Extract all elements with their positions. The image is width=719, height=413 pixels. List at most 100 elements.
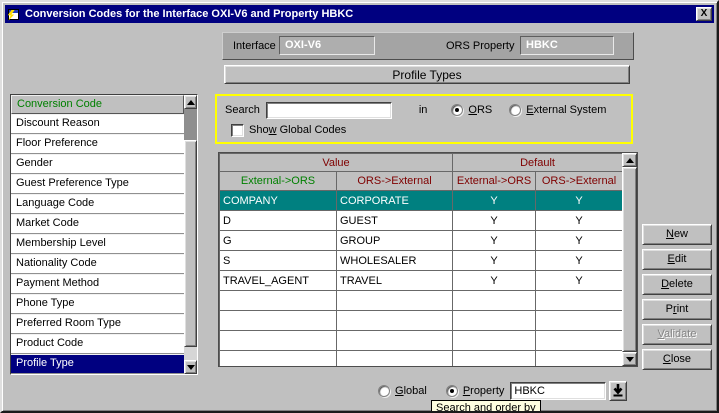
list-item[interactable]: Nationality Code — [11, 254, 184, 274]
table-cell[interactable]: Y — [453, 211, 536, 231]
edit-button[interactable]: Edit — [642, 249, 712, 270]
scroll-up-icon[interactable] — [184, 95, 197, 109]
table-cell[interactable]: Y — [453, 231, 536, 251]
table-row[interactable]: TRAVEL_AGENTTRAVELYY — [220, 271, 623, 291]
table-cell[interactable] — [337, 291, 453, 311]
table-scrollbar-thumb[interactable] — [622, 167, 637, 352]
tooltip: Search and order by — [431, 400, 541, 413]
table-cell[interactable] — [337, 351, 453, 368]
radio-property[interactable] — [446, 385, 458, 397]
table-cell[interactable]: WHOLESALER — [337, 251, 453, 271]
radio-global[interactable] — [378, 385, 390, 397]
table-cell[interactable] — [536, 331, 623, 351]
table-cell[interactable] — [220, 351, 337, 368]
table-cell[interactable] — [536, 311, 623, 331]
table-cell[interactable] — [337, 331, 453, 351]
table-scrollbar[interactable] — [622, 153, 637, 366]
table-row[interactable] — [220, 351, 623, 368]
print-button[interactable]: Print — [642, 299, 712, 320]
table-cell[interactable]: Y — [536, 211, 623, 231]
table-row[interactable] — [220, 311, 623, 331]
property-lov-button[interactable] — [609, 381, 627, 401]
table-cell[interactable] — [220, 311, 337, 331]
table-cell[interactable]: CORPORATE — [337, 191, 453, 211]
table-row[interactable]: COMPANYCORPORATEYY — [220, 191, 623, 211]
table-cell[interactable]: D — [220, 211, 337, 231]
search-input[interactable] — [266, 102, 392, 119]
table-cell[interactable] — [453, 351, 536, 368]
interface-value-field: OXI-V6 — [279, 36, 375, 55]
radio-ors[interactable] — [451, 104, 463, 116]
table-cell[interactable]: TRAVEL_AGENT — [220, 271, 337, 291]
property-code-input[interactable] — [510, 382, 606, 400]
list-item[interactable]: Phone Type — [11, 294, 184, 314]
table-column-header[interactable]: External->ORS — [453, 172, 536, 191]
dialog-window: Conversion Codes for the Interface OXI-V… — [0, 0, 719, 413]
table-scroll-up-icon[interactable] — [622, 153, 637, 167]
delete-button[interactable]: Delete — [642, 274, 712, 295]
table-cell[interactable]: TRAVEL — [337, 271, 453, 291]
table-cell[interactable] — [453, 311, 536, 331]
table-cell[interactable] — [453, 331, 536, 351]
table-row[interactable]: SWHOLESALERYY — [220, 251, 623, 271]
table-cell[interactable]: Y — [536, 271, 623, 291]
list-item[interactable]: Gender — [11, 154, 184, 174]
table-cell[interactable]: Y — [536, 231, 623, 251]
table-cell[interactable]: Y — [453, 271, 536, 291]
list-item[interactable]: Floor Preference — [11, 134, 184, 154]
table-row[interactable]: DGUESTYY — [220, 211, 623, 231]
table-cell[interactable]: COMPANY — [220, 191, 337, 211]
table-column-header[interactable]: ORS->External — [337, 172, 453, 191]
new-button[interactable]: New — [642, 224, 712, 245]
close-icon[interactable]: X — [696, 7, 712, 21]
profile-types-bar[interactable]: Profile Types — [224, 65, 630, 84]
list-item[interactable]: Product Code — [11, 334, 184, 354]
table-cell[interactable] — [536, 351, 623, 368]
list-scrollbar[interactable] — [184, 95, 197, 374]
table-cell[interactable] — [536, 291, 623, 311]
table-cell[interactable]: GUEST — [337, 211, 453, 231]
radio-global-label[interactable]: Global — [395, 385, 427, 397]
table-cell[interactable]: Y — [536, 251, 623, 271]
list-item[interactable]: Profile Type — [11, 354, 184, 374]
footer-scope-row: Global Property — [378, 381, 627, 401]
list-item[interactable]: Payment Method — [11, 274, 184, 294]
radio-external-system[interactable] — [509, 104, 521, 116]
table-cell[interactable] — [220, 291, 337, 311]
radio-property-label[interactable]: Property — [463, 385, 505, 397]
table-column-header[interactable]: ORS->External — [536, 172, 623, 191]
list-scrollbar-thumb[interactable] — [184, 140, 197, 347]
table-cell[interactable]: Y — [453, 191, 536, 211]
search-label: Search — [225, 104, 260, 116]
table-column-header[interactable]: External->ORS — [220, 172, 337, 191]
table-cell[interactable]: Y — [453, 251, 536, 271]
list-item[interactable]: Membership Level — [11, 234, 184, 254]
table-cell[interactable]: G — [220, 231, 337, 251]
show-global-codes-checkbox[interactable] — [231, 124, 244, 137]
conversion-code-list: Conversion Code Discount ReasonFloor Pre… — [10, 94, 198, 375]
table-row[interactable] — [220, 291, 623, 311]
search-in-label: in — [419, 104, 428, 116]
list-item[interactable]: Guest Preference Type — [11, 174, 184, 194]
scroll-down-icon[interactable] — [184, 360, 197, 374]
table-cell[interactable]: S — [220, 251, 337, 271]
table-cell[interactable] — [453, 291, 536, 311]
radio-external-system-label[interactable]: External System — [526, 104, 606, 116]
table-row[interactable]: GGROUPYY — [220, 231, 623, 251]
table-scroll-down-icon[interactable] — [622, 352, 637, 366]
list-item[interactable]: Language Code — [11, 194, 184, 214]
table-group-header: Value — [220, 154, 453, 172]
table-row[interactable] — [220, 331, 623, 351]
close-button[interactable]: Close — [642, 349, 712, 370]
values-grid[interactable]: ValueDefaultExternal->ORSORS->ExternalEx… — [219, 153, 623, 367]
table-cell[interactable] — [220, 331, 337, 351]
list-item[interactable]: Market Code — [11, 214, 184, 234]
conversion-code-items: Discount ReasonFloor PreferenceGenderGue… — [11, 114, 184, 374]
table-cell[interactable]: Y — [536, 191, 623, 211]
radio-ors-label[interactable]: ORS — [468, 104, 492, 116]
list-item[interactable]: Discount Reason — [11, 114, 184, 134]
show-global-codes-label[interactable]: Show Global Codes — [249, 124, 346, 136]
list-item[interactable]: Preferred Room Type — [11, 314, 184, 334]
table-cell[interactable] — [337, 311, 453, 331]
table-cell[interactable]: GROUP — [337, 231, 453, 251]
